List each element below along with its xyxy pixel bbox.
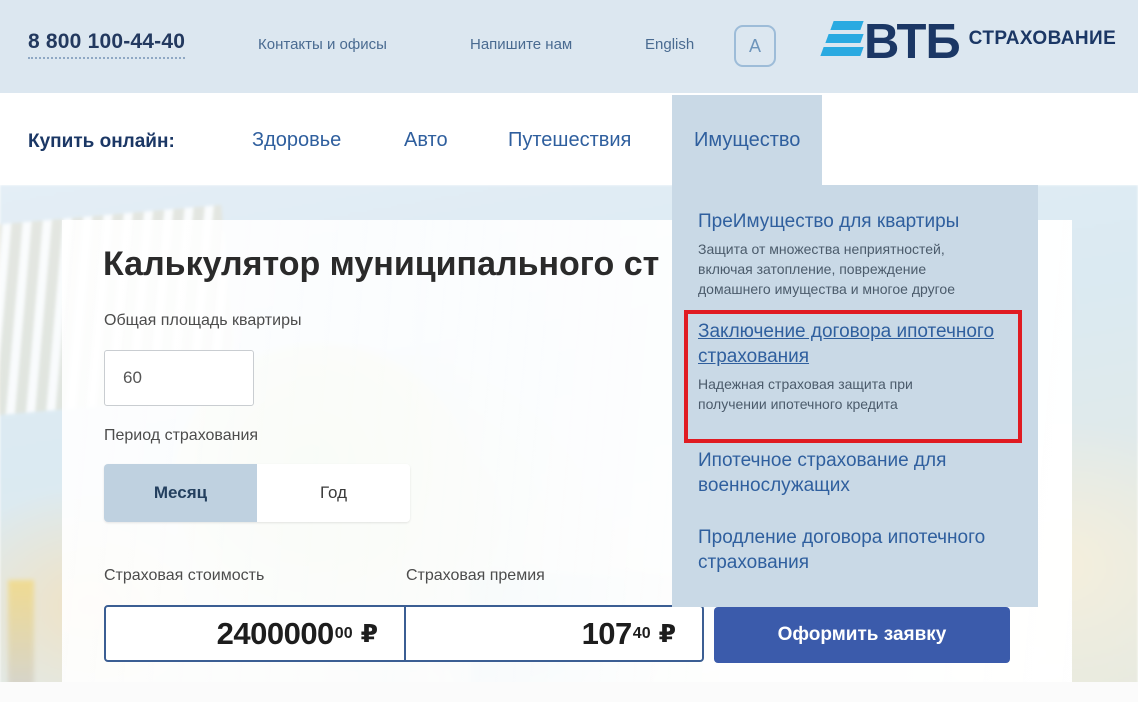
- bottom-strip: [0, 682, 1138, 702]
- page-title: Калькулятор муниципального ст: [103, 245, 660, 283]
- dropdown-item-mortgage-contract-desc: Надежная страховая защита при получении …: [698, 376, 913, 412]
- property-dropdown-panel: ПреИмущество для квартиры Защита от множ…: [672, 185, 1038, 607]
- right-clipped-column: Альте . за 1 кв. метр т 1 руб. 79 ко люб…: [1040, 0, 1138, 702]
- link-write-to-us[interactable]: Напишите нам: [470, 36, 572, 53]
- insurance-cost-value: 2400000 00 ₽: [106, 607, 406, 660]
- accessibility-icon[interactable]: A: [734, 25, 776, 67]
- label-insurance-cost: Страховая стоимость: [104, 567, 265, 584]
- dropdown-item-renewal-title: Продление договора ипотечного страховани…: [698, 527, 986, 573]
- dropdown-item-renewal[interactable]: Продление договора ипотечного страховани…: [698, 525, 1028, 575]
- label-insurance-period: Период страхования: [104, 427, 259, 444]
- premium-currency: ₽: [658, 619, 676, 648]
- dropdown-item-military-mortgage-title: Ипотечное страхование для военнослужащих: [698, 450, 947, 496]
- label-total-area: Общая площадь квартиры: [104, 312, 302, 329]
- cost-amount: 2400000: [216, 615, 335, 651]
- insurance-premium-value: 107 40 ₽: [406, 607, 702, 660]
- dropdown-item-apartment[interactable]: ПреИмущество для квартиры Защита от множ…: [698, 209, 1028, 299]
- cost-cents: 00: [334, 624, 353, 642]
- nav-item-property[interactable]: Имущество: [672, 95, 823, 185]
- phone-number[interactable]: 8 800 100-44-40: [28, 30, 186, 59]
- dropdown-item-military-mortgage[interactable]: Ипотечное страхование для военнослужащих: [698, 448, 1028, 498]
- logo-text-vtb: ВТБ: [864, 15, 961, 69]
- link-english[interactable]: English: [645, 36, 694, 53]
- label-insurance-premium: Страховая премия: [406, 567, 545, 584]
- page-root: 8 800 100-44-40 Контакты и офисы Напишит…: [0, 0, 1138, 702]
- area-input[interactable]: [104, 350, 254, 406]
- dropdown-item-apartment-title: ПреИмущество для квартиры: [698, 211, 960, 232]
- apply-button[interactable]: Оформить заявку: [714, 607, 1010, 663]
- period-toggle: Месяц Год: [104, 464, 410, 522]
- period-option-year[interactable]: Год: [257, 464, 410, 522]
- cost-currency: ₽: [360, 619, 378, 648]
- top-utility-bar: 8 800 100-44-40 Контакты и офисы Напишит…: [0, 0, 1138, 93]
- nav-item-travel[interactable]: Путешествия: [486, 95, 653, 185]
- dropdown-item-apartment-desc: Защита от множества неприятностей, включ…: [698, 241, 955, 297]
- period-option-month[interactable]: Месяц: [104, 464, 257, 522]
- nav-white-panel: [838, 95, 1040, 185]
- premium-cents: 40: [632, 624, 651, 642]
- dropdown-item-mortgage-contract[interactable]: Заключение договора ипотечного страхован…: [698, 319, 1028, 414]
- nav-item-health[interactable]: Здоровье: [230, 95, 363, 185]
- link-contacts-offices[interactable]: Контакты и офисы: [258, 36, 387, 53]
- nav-item-auto[interactable]: Авто: [382, 95, 470, 185]
- vtb-bars-icon: [820, 19, 864, 65]
- dropdown-item-mortgage-contract-title: Заключение договора ипотечного страхован…: [698, 321, 995, 367]
- results-row: 2400000 00 ₽ 107 40 ₽: [104, 605, 704, 662]
- nav-label-buy-online: Купить онлайн:: [28, 131, 175, 152]
- premium-amount: 107: [581, 615, 633, 651]
